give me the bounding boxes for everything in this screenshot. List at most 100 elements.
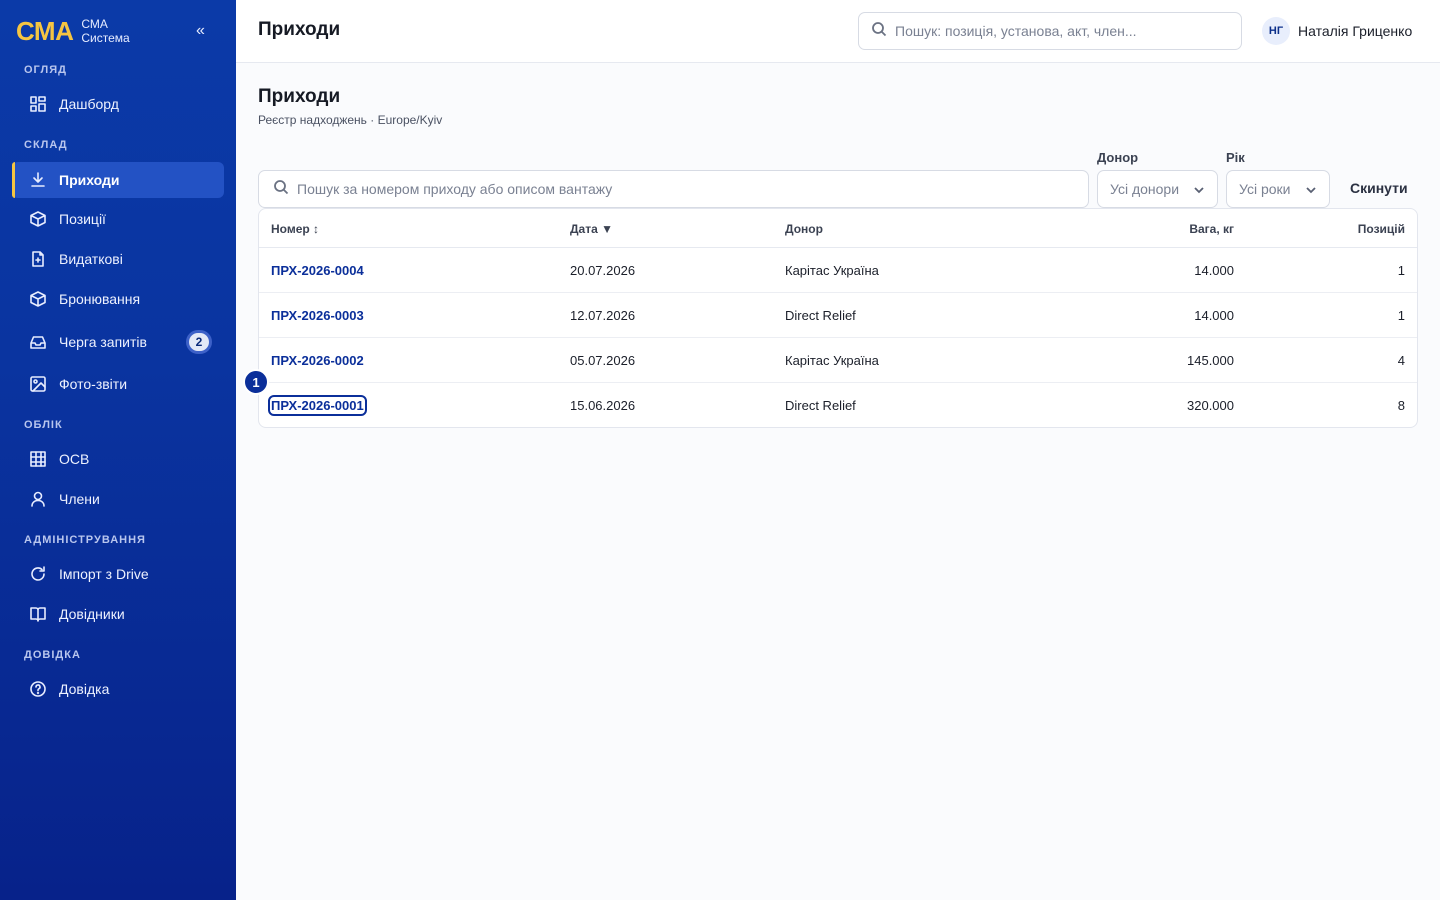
- year-select[interactable]: Усі роки: [1226, 170, 1330, 208]
- download-icon: [29, 171, 47, 189]
- brand-text: СМА Система: [81, 17, 129, 45]
- image-icon: [29, 375, 47, 393]
- sidebar-item-label: Дашборд: [59, 96, 119, 112]
- chevron-down-icon: [1305, 183, 1317, 199]
- section-label-warehouse: Склад: [24, 139, 68, 151]
- annotation-marker: 1: [243, 369, 269, 395]
- receipt-date: 15.06.2026: [570, 398, 636, 413]
- user-icon: [29, 490, 47, 508]
- sidebar-item-import-drive[interactable]: Імпорт з Drive: [12, 556, 224, 592]
- page-subtitle: Реєстр надходжень · Europe/Kyiv: [258, 113, 443, 127]
- chevron-down-icon: [1193, 183, 1205, 199]
- receipt-weight: 14.000: [1194, 308, 1234, 323]
- sidebar-item-bookings[interactable]: Бронювання: [12, 281, 224, 317]
- sidebar-item-members[interactable]: Члени: [12, 481, 224, 517]
- table-row[interactable]: ПРХ-2026-0001 15.06.2026 Direct Relief 3…: [259, 383, 1417, 427]
- section-label-overview: Огляд: [24, 64, 67, 76]
- brand-line2: Система: [81, 31, 130, 45]
- receipts-table: Номер ↕ Дата ▼ Донор Вага, кг Позицій ПР…: [258, 208, 1418, 428]
- topbar: Приходи НГ Наталія Гриценко: [236, 0, 1440, 63]
- receipt-donor: Карітас Україна: [785, 263, 879, 278]
- column-header-date[interactable]: Дата ▼: [570, 222, 613, 236]
- receipt-items: 8: [1397, 398, 1405, 413]
- book-icon: [29, 605, 47, 623]
- donor-select[interactable]: Усі донори: [1097, 170, 1218, 208]
- sidebar-item-label: Приходи: [59, 172, 120, 188]
- reset-filters-button[interactable]: Скинути: [1350, 180, 1408, 196]
- receipt-number-link[interactable]: ПРХ-2026-0002: [271, 353, 364, 368]
- section-label-accounting: Облік: [24, 419, 63, 431]
- page-title: Приходи: [258, 86, 341, 107]
- receipt-items: 1: [1397, 263, 1405, 278]
- table-row[interactable]: ПРХ-2026-0004 20.07.2026 Карітас Україна…: [259, 248, 1417, 293]
- sidebar-item-label: Імпорт з Drive: [59, 566, 149, 582]
- inbox-icon: [29, 333, 47, 351]
- user-name[interactable]: Наталія Гриценко: [1298, 23, 1412, 39]
- sidebar-item-dashboard[interactable]: Дашборд: [12, 86, 224, 122]
- receipt-number-link[interactable]: ПРХ-2026-0003: [271, 308, 364, 323]
- help-icon: [29, 680, 47, 698]
- table-icon: [29, 450, 47, 468]
- sidebar-item-label: Довідка: [59, 681, 110, 697]
- column-header-donor: Донор: [785, 222, 823, 236]
- global-search-input[interactable]: [895, 23, 1225, 39]
- receipt-weight: 14.000: [1194, 263, 1234, 278]
- dashboard-icon: [29, 95, 47, 113]
- sidebar-item-photo-reports[interactable]: Фото-звіти: [12, 366, 224, 402]
- brand: СМА СМА Система: [16, 16, 130, 46]
- request-count-badge: 2: [186, 330, 212, 354]
- receipt-date: 20.07.2026: [570, 263, 636, 278]
- sidebar-item-label: Черга запитів: [59, 334, 147, 350]
- sidebar: СМА СМА Система « Огляд Дашборд Склад Пр…: [0, 0, 236, 900]
- sidebar-item-label: Видаткові: [59, 251, 123, 267]
- receipt-number-link[interactable]: ПРХ-2026-0004: [271, 263, 364, 278]
- receipt-items: 4: [1397, 353, 1405, 368]
- sidebar-item-directories[interactable]: Довідники: [12, 596, 224, 632]
- refresh-icon: [29, 565, 47, 583]
- sidebar-item-label: Позиції: [59, 211, 106, 227]
- sidebar-item-positions[interactable]: Позиції: [12, 201, 224, 237]
- receipt-weight: 145.000: [1187, 353, 1234, 368]
- section-label-help: Довідка: [24, 649, 81, 661]
- receipt-items: 1: [1397, 308, 1405, 323]
- sidebar-item-label: Фото-звіти: [59, 376, 128, 392]
- topbar-title: Приходи: [258, 19, 341, 40]
- sidebar-item-help[interactable]: Довідка: [12, 671, 224, 707]
- column-header-weight: Вага, кг: [1189, 222, 1234, 236]
- box-icon: [29, 210, 47, 228]
- sidebar-item-label: Бронювання: [59, 291, 141, 307]
- global-search-box[interactable]: [858, 12, 1242, 50]
- table-row[interactable]: ПРХ-2026-0002 05.07.2026 Карітас Україна…: [259, 338, 1417, 383]
- year-filter-label: Рік: [1226, 150, 1245, 165]
- brand-logo: СМА: [16, 16, 74, 46]
- receipt-donor: Карітас Україна: [785, 353, 879, 368]
- receipt-donor: Direct Relief: [785, 308, 856, 323]
- receipt-number-link[interactable]: ПРХ-2026-0001: [268, 395, 367, 416]
- sidebar-item-label: ОСВ: [59, 451, 90, 467]
- receipt-weight: 320.000: [1187, 398, 1234, 413]
- receipt-donor: Direct Relief: [785, 398, 856, 413]
- donor-filter-label: Донор: [1097, 150, 1139, 165]
- receipt-search-box[interactable]: [258, 170, 1089, 208]
- table-row[interactable]: ПРХ-2026-0003 12.07.2026 Direct Relief 1…: [259, 293, 1417, 338]
- sidebar-item-label: Довідники: [59, 606, 125, 622]
- section-label-administration: Адміністрування: [24, 534, 146, 546]
- column-header-number[interactable]: Номер ↕: [271, 222, 319, 236]
- brand-line1: СМА: [81, 17, 108, 31]
- box-icon: [29, 290, 47, 308]
- avatar[interactable]: НГ: [1262, 17, 1290, 45]
- receipt-search-input[interactable]: [297, 181, 1057, 197]
- search-icon: [871, 21, 887, 42]
- collapse-sidebar-button[interactable]: «: [196, 22, 205, 40]
- sidebar-item-request-queue[interactable]: Черга запитів 2: [12, 324, 224, 360]
- donor-select-value: Усі донори: [1110, 181, 1180, 197]
- sidebar-item-expenses[interactable]: Видаткові: [12, 241, 224, 277]
- table-header: Номер ↕ Дата ▼ Донор Вага, кг Позицій: [259, 209, 1417, 248]
- sidebar-item-osv[interactable]: ОСВ: [12, 441, 224, 477]
- column-header-items: Позицій: [1357, 222, 1405, 236]
- year-select-value: Усі роки: [1239, 181, 1291, 197]
- sidebar-item-label: Члени: [59, 491, 100, 507]
- sidebar-item-receipts[interactable]: Приходи: [12, 162, 224, 198]
- receipt-date: 05.07.2026: [570, 353, 636, 368]
- receipt-date: 12.07.2026: [570, 308, 636, 323]
